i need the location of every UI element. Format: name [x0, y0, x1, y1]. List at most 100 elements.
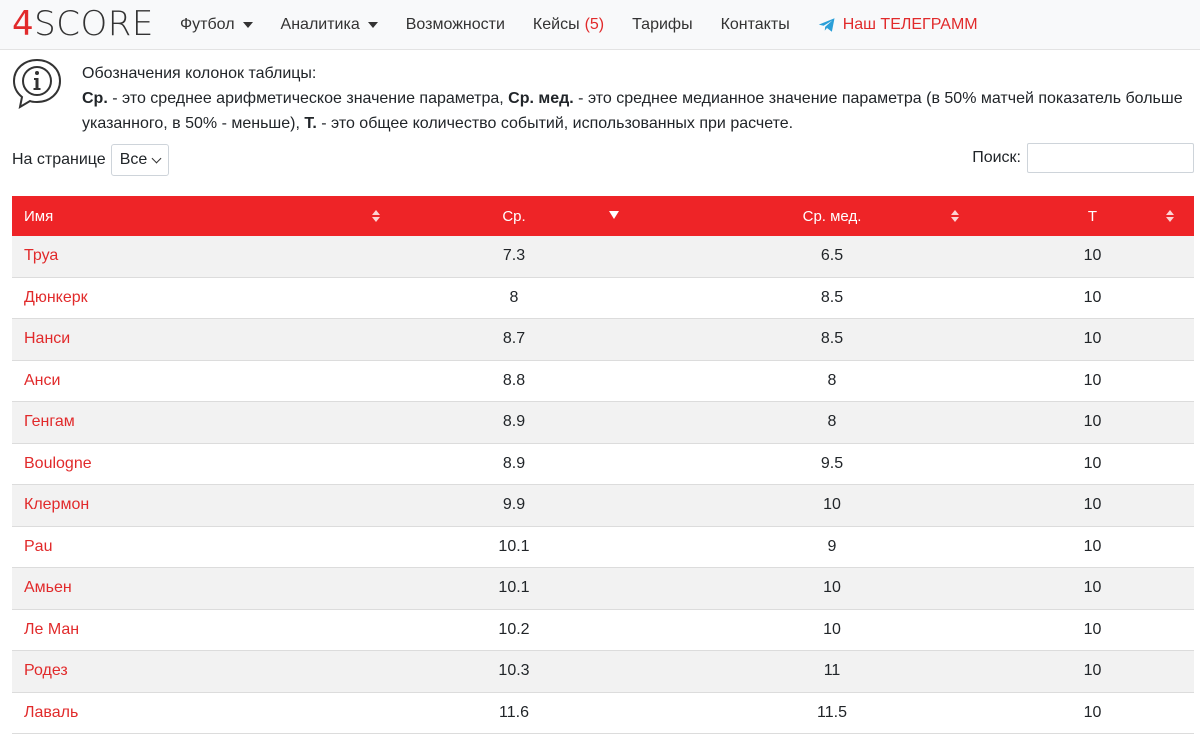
team-name-link[interactable]: Нанси [12, 319, 355, 360]
cell-median: 8.5 [820, 330, 844, 348]
table-row: Boulogne 8.9 9.5 10 [12, 443, 1194, 485]
sort-both-icon [1166, 210, 1174, 222]
per-page-select[interactable]: Все [110, 144, 169, 176]
logo-digit: 4 [12, 4, 35, 44]
table-header: Имя Ср. Ср. мед. Т [12, 196, 1194, 236]
header-avg-label: Ср. [502, 207, 526, 225]
search-input[interactable] [1027, 143, 1194, 173]
header-med-label: Ср. мед. [802, 207, 862, 225]
cell-median: 10 [823, 620, 841, 638]
cell-median: 10 [823, 579, 841, 597]
table-row: Труа 7.3 6.5 10 [12, 236, 1194, 278]
header-total[interactable]: Т [991, 196, 1194, 236]
team-name-link[interactable]: Труа [12, 236, 355, 277]
cell-avg: 10.1 [498, 579, 530, 597]
legend-body: Ср. - это среднее арифметическое значени… [82, 86, 1197, 136]
team-name-link[interactable]: Лаваль [12, 693, 355, 734]
cell-total: 10 [1083, 371, 1102, 389]
cell-total: 10 [1083, 537, 1102, 555]
cell-avg: 9.9 [502, 496, 526, 514]
main-nav: Футбол Аналитика Возможности Кейсы (5) Т… [180, 0, 1006, 50]
cell-total: 10 [1083, 247, 1102, 265]
team-name-link[interactable]: Клермон [12, 485, 355, 526]
caret-down-icon [242, 22, 253, 28]
legend-total-desc: - это общее количество событий, использо… [316, 115, 794, 132]
team-name-link[interactable]: Родез [12, 651, 355, 692]
top-navbar: 4 SCORE Футбол Аналитика Возможности Кейс… [0, 0, 1200, 50]
search-control: Поиск: [972, 143, 1194, 173]
nav-cases-link[interactable]: Кейсы (5) [533, 16, 604, 34]
table-row: Клермон 9.9 10 10 [12, 485, 1194, 527]
team-name-link[interactable]: Анси [12, 361, 355, 402]
cell-median: 11 [823, 662, 841, 680]
header-total-label: Т [1087, 207, 1098, 225]
nav-football-label: Футбол [180, 16, 235, 33]
cell-median: 8 [827, 371, 837, 389]
cell-median: 9 [827, 537, 837, 555]
header-name-label: Имя [24, 207, 54, 225]
nav-telegram-label: Наш ТЕЛЕГРАММ [842, 16, 978, 33]
cell-total: 10 [1083, 703, 1102, 721]
sort-desc-icon [609, 211, 619, 219]
nav-football-dropdown[interactable]: Футбол [180, 16, 253, 34]
stats-table: Имя Ср. Ср. мед. Т Труа 7.3 6.5 10 Дюнкерк 8 8… [12, 196, 1194, 734]
cell-total: 10 [1083, 413, 1102, 431]
per-page-label: На странице [12, 151, 106, 168]
header-med[interactable]: Ср. мед. [673, 196, 991, 236]
table-row: Ле Ман 10.2 10 10 [12, 609, 1194, 651]
cell-median: 6.5 [820, 247, 844, 265]
cell-avg: 8 [509, 288, 519, 306]
table-row: Родез 10.3 11 10 [12, 651, 1194, 693]
team-name-link[interactable]: Boulogne [12, 444, 355, 485]
cell-avg: 8.9 [502, 413, 526, 431]
cell-median: 10 [823, 496, 841, 514]
chevron-down-icon [151, 153, 162, 163]
sort-both-icon [951, 210, 959, 222]
cell-avg: 8.8 [502, 371, 526, 389]
legend-avg-key: Ср. [82, 90, 108, 107]
table-body: Труа 7.3 6.5 10 Дюнкерк 8 8.5 10 Нанси 8.7 8.5 10 Ан… [12, 236, 1194, 734]
search-label: Поиск: [972, 149, 1021, 166]
header-avg[interactable]: Ср. [355, 196, 673, 236]
team-name-link[interactable]: Pau [12, 527, 355, 568]
cell-avg: 8.7 [502, 330, 526, 348]
nav-analytics-label: Аналитика [280, 16, 360, 33]
info-speech-bubble-icon [12, 58, 62, 110]
team-name-link[interactable]: Ле Ман [12, 610, 355, 651]
table-row: Лаваль 11.6 11.5 10 [12, 692, 1194, 734]
team-name-link[interactable]: Амьен [12, 568, 355, 609]
nav-analytics-dropdown[interactable]: Аналитика [281, 16, 378, 34]
cell-median: 9.5 [820, 454, 844, 472]
nav-contacts-link[interactable]: Контакты [721, 16, 790, 34]
nav-cases-label: Кейсы [532, 16, 580, 33]
table-row: Нанси 8.7 8.5 10 [12, 319, 1194, 361]
nav-pricing-link[interactable]: Тарифы [632, 16, 692, 34]
site-logo[interactable]: 4 SCORE [12, 6, 154, 42]
nav-telegram-link[interactable]: Наш ТЕЛЕГРАММ [818, 16, 978, 34]
header-name[interactable]: Имя [12, 196, 380, 236]
table-row: Анси 8.8 8 10 [12, 360, 1194, 402]
table-row: Pau 10.1 9 10 [12, 526, 1194, 568]
cell-avg: 8.9 [502, 454, 526, 472]
legend-text: Обозначения колонок таблицы: Ср. - это с… [82, 61, 1197, 136]
nav-features-link[interactable]: Возможности [406, 16, 505, 34]
team-name-link[interactable]: Дюнкерк [12, 278, 355, 319]
table-row: Амьен 10.1 10 10 [12, 568, 1194, 610]
team-name-link[interactable]: Генгам [12, 402, 355, 443]
legend-title: Обозначения колонок таблицы: [82, 65, 317, 82]
caret-down-icon [367, 22, 378, 28]
per-page-control: На странице Все [12, 144, 169, 176]
cell-avg: 7.3 [502, 247, 526, 265]
cell-total: 10 [1083, 496, 1102, 514]
table-row: Генгам 8.9 8 10 [12, 402, 1194, 444]
cell-median: 8.5 [820, 288, 844, 306]
cell-total: 10 [1083, 330, 1102, 348]
cell-total: 10 [1083, 579, 1102, 597]
cell-total: 10 [1083, 662, 1102, 680]
cell-median: 8 [827, 413, 837, 431]
per-page-value: Все [119, 151, 148, 168]
cell-avg: 11.6 [499, 703, 529, 721]
cell-total: 10 [1083, 454, 1102, 472]
cases-count-badge: (5) [584, 16, 605, 33]
cell-avg: 10.1 [498, 537, 530, 555]
